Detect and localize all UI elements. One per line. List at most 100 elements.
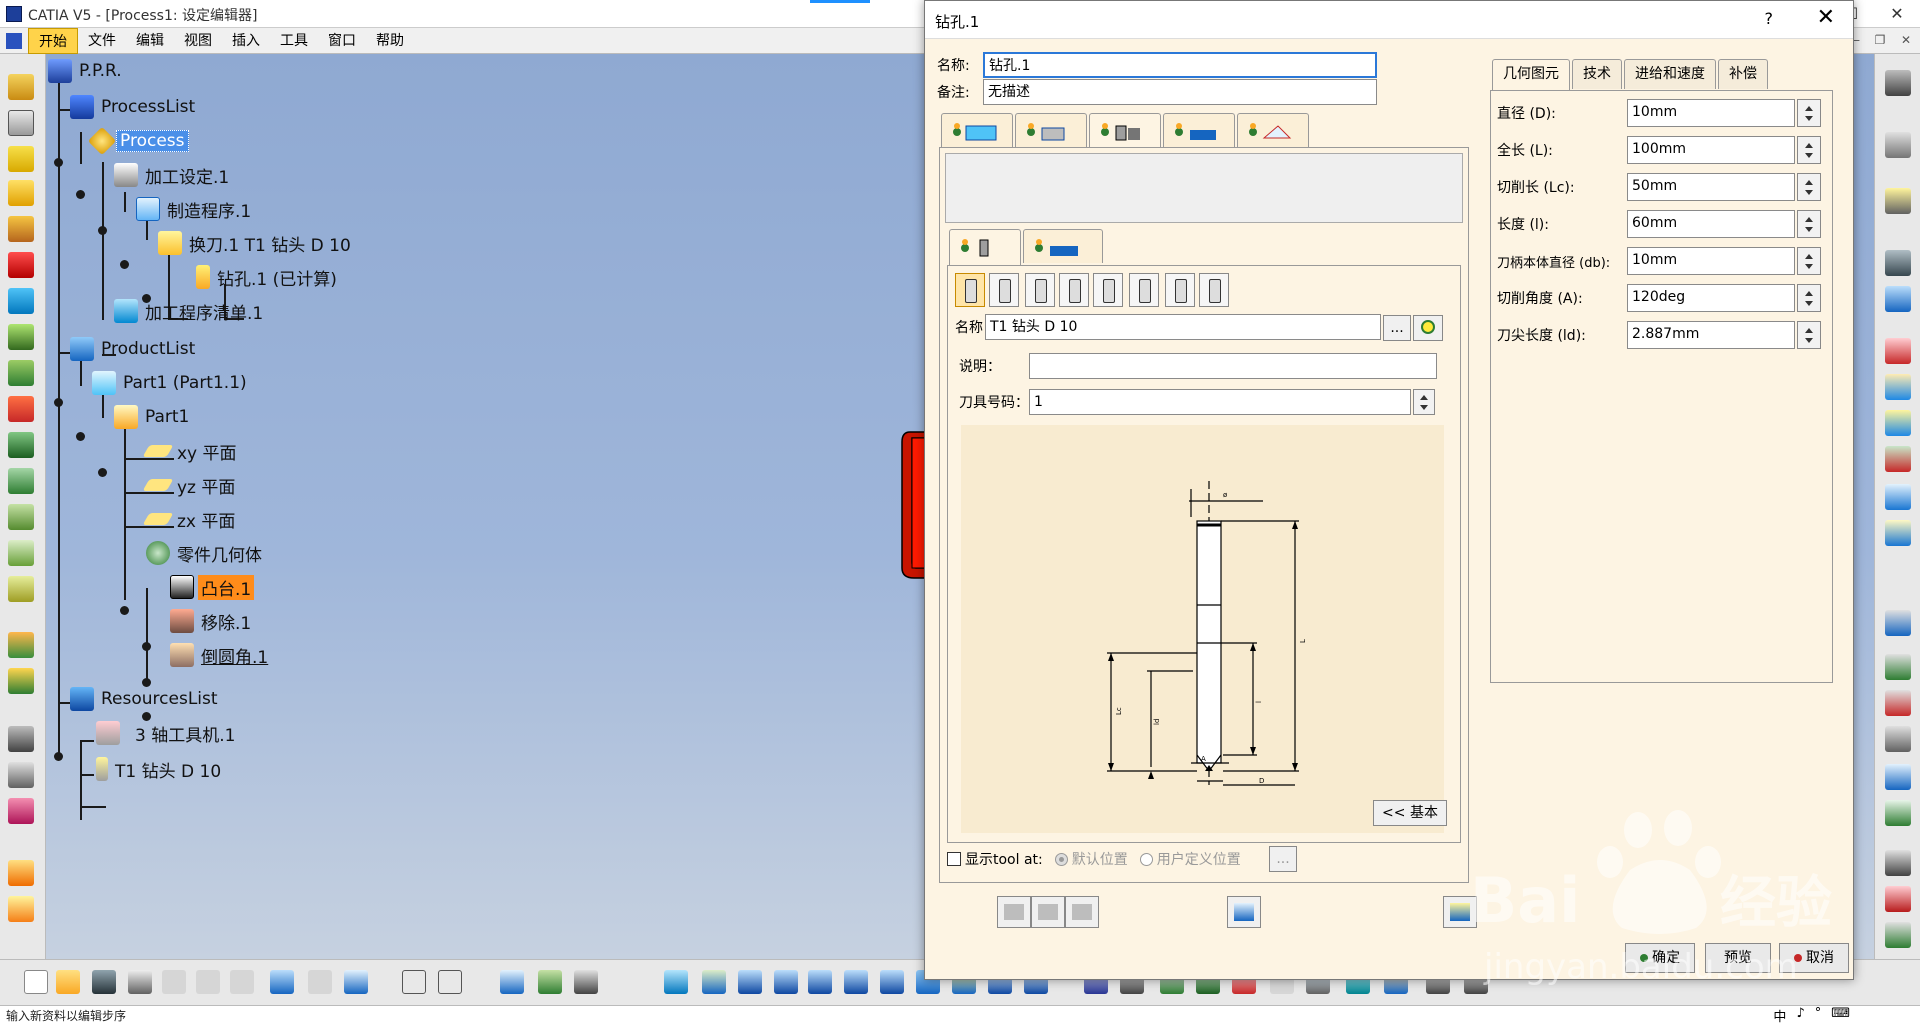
tool-path-replay-button[interactable]: [997, 896, 1031, 928]
cutting-length-input[interactable]: 50mm: [1627, 173, 1795, 201]
user-position-radio[interactable]: [1139, 852, 1153, 866]
video-simulation-button[interactable]: [1031, 896, 1065, 928]
document-icon[interactable]: [6, 33, 22, 49]
tip-length-spinner[interactable]: [1797, 321, 1821, 349]
menu-window[interactable]: 窗口: [318, 28, 366, 54]
ok-button[interactable]: 确定: [1625, 943, 1695, 973]
tree-node-pocket[interactable]: 移除.1: [170, 608, 254, 634]
nc-output-icon[interactable]: [1885, 286, 1911, 312]
tree-node-program-list[interactable]: 加工程序清单.1: [114, 298, 266, 324]
tree-nodes-icon[interactable]: [1885, 484, 1911, 510]
name-input[interactable]: 钻孔.1: [983, 52, 1377, 78]
tree-node-fillet[interactable]: 倒圆角.1: [170, 642, 271, 668]
transform-icon[interactable]: [1885, 726, 1911, 752]
length-input[interactable]: 60mm: [1627, 210, 1795, 238]
chamfer-type-button[interactable]: [1059, 273, 1089, 307]
tree-node-resources-list[interactable]: ResourcesList: [70, 686, 221, 712]
rotate-icon[interactable]: [774, 970, 798, 994]
open-icon[interactable]: [56, 970, 80, 994]
menu-help[interactable]: 帮助: [366, 28, 414, 54]
preview-button[interactable]: 预览: [1705, 943, 1771, 973]
tree-node-machining-setup[interactable]: 加工设定.1: [114, 162, 232, 188]
body-diameter-spinner[interactable]: [1797, 247, 1821, 275]
fit-all-icon[interactable]: [702, 970, 726, 994]
menu-insert[interactable]: 插入: [222, 28, 270, 54]
rough-stock-icon[interactable]: [1885, 446, 1911, 472]
spot-drill-icon[interactable]: [8, 110, 34, 136]
isoparametric-icon[interactable]: [8, 576, 34, 602]
point-to-point-icon[interactable]: [8, 324, 34, 350]
overall-length-input[interactable]: 100mm: [1627, 136, 1795, 164]
cut-icon[interactable]: [162, 970, 186, 994]
facing-icon[interactable]: [8, 146, 34, 172]
tip-length-input[interactable]: 2.887mm: [1627, 321, 1795, 349]
tree-node-xy-plane[interactable]: xy 平面: [142, 438, 240, 464]
tab-tool[interactable]: [1089, 113, 1161, 149]
basic-toggle-button[interactable]: << 基本: [1373, 800, 1447, 826]
profile-contouring-icon[interactable]: [8, 216, 34, 242]
countersink-type-button[interactable]: [1025, 273, 1055, 307]
overall-length-spinner[interactable]: [1797, 136, 1821, 164]
analyze-button[interactable]: [1065, 896, 1099, 928]
undo-icon[interactable]: [270, 970, 294, 994]
tree-node-drilling[interactable]: 钻孔.1 (已计算): [196, 264, 340, 290]
mdi-restore-button[interactable]: ❐: [1870, 31, 1890, 51]
replay-icon[interactable]: [1885, 690, 1911, 716]
ime-chinese[interactable]: 中: [1773, 1006, 1786, 1023]
ime-degree[interactable]: °: [1815, 1006, 1822, 1023]
tree-node-manufacturing-program[interactable]: 制造程序.1: [136, 196, 254, 222]
formula-icon[interactable]: [402, 970, 426, 994]
reamer-type-button[interactable]: [1129, 273, 1159, 307]
simulation-icon[interactable]: [1885, 654, 1911, 680]
chart-b-icon[interactable]: [8, 668, 34, 694]
paste-icon[interactable]: [230, 970, 254, 994]
tab-geometry[interactable]: [1015, 113, 1087, 147]
fly-mode-icon[interactable]: [664, 970, 688, 994]
dialog-close-button[interactable]: ✕: [1817, 5, 1835, 30]
tree-node-machine[interactable]: 3 轴工具机.1: [96, 720, 238, 746]
cancel-button[interactable]: 取消: [1779, 943, 1849, 973]
tab-strategy[interactable]: [941, 113, 1013, 147]
body-diameter-input[interactable]: 10mm: [1627, 247, 1795, 275]
show-tool-checkbox[interactable]: [947, 852, 961, 866]
grid-icon[interactable]: [538, 970, 562, 994]
nc-report-button[interactable]: [1227, 896, 1261, 928]
document-output-icon[interactable]: [1885, 764, 1911, 790]
geometry-icon[interactable]: [1885, 410, 1911, 436]
plunge-icon[interactable]: [8, 396, 34, 422]
description-input[interactable]: [1029, 353, 1437, 379]
tool-number-input[interactable]: 1: [1029, 389, 1411, 415]
tool-browse-button[interactable]: ...: [1383, 315, 1411, 341]
tree-node-ppr[interactable]: P.P.R.: [48, 58, 125, 84]
tab-compensation[interactable]: 补偿: [1718, 59, 1768, 89]
tool-change-icon[interactable]: [8, 762, 34, 788]
compass-icon[interactable]: [1885, 70, 1911, 96]
dialog-title-bar[interactable]: 钻孔.1 ? ✕: [925, 1, 1853, 39]
zoom-out-icon[interactable]: [844, 970, 868, 994]
curve-following-icon[interactable]: [8, 252, 34, 278]
pocketing-icon[interactable]: [8, 180, 34, 206]
contour-driven-icon[interactable]: [8, 504, 34, 530]
tool-number-spinner[interactable]: [1413, 389, 1435, 415]
feature-icon[interactable]: [1885, 800, 1911, 826]
cutting-angle-spinner[interactable]: [1797, 284, 1821, 312]
groove-icon[interactable]: [8, 288, 34, 314]
end-mill-type-button[interactable]: [1199, 273, 1229, 307]
tab-technology[interactable]: 技术: [1572, 59, 1622, 89]
sweeping-icon[interactable]: [8, 432, 34, 458]
menu-edit[interactable]: 编辑: [126, 28, 174, 54]
lock-icon[interactable]: [574, 970, 598, 994]
delete-icon[interactable]: [1885, 886, 1911, 912]
zlevel-icon[interactable]: [8, 468, 34, 494]
tree-node-process[interactable]: Process: [87, 126, 189, 156]
design-part-icon[interactable]: [1885, 374, 1911, 400]
tree-node-product-list[interactable]: ProductList: [70, 336, 198, 362]
knowledge-icon[interactable]: [438, 970, 462, 994]
pp-instruction-icon[interactable]: [8, 860, 34, 886]
tap-type-button[interactable]: [1093, 273, 1123, 307]
tool-assembly-icon[interactable]: [1885, 250, 1911, 276]
subtab-tool[interactable]: [949, 229, 1021, 265]
tree-node-tool[interactable]: T1 钻头 D 10: [96, 756, 224, 782]
tree-node-part[interactable]: Part1: [114, 404, 192, 430]
machine-view-button[interactable]: [1443, 896, 1477, 928]
